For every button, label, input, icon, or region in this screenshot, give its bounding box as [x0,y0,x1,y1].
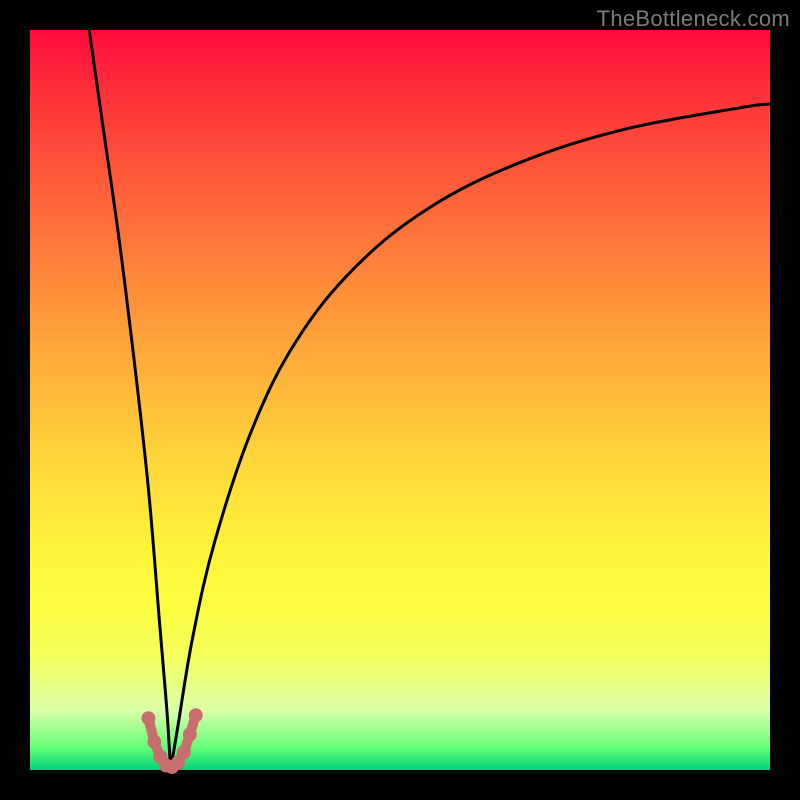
trough-marker-dot [189,708,203,722]
trough-marker-dot [183,727,197,741]
curve-right-branch [171,104,770,770]
chart-frame: TheBottleneck.com [0,0,800,800]
trough-marker-dot [177,745,191,759]
trough-marker-dot [141,711,155,725]
curve-left-branch [89,30,170,770]
trough-marker-dots [141,708,202,774]
trough-marker-dot [147,735,161,749]
curve-layer [30,30,770,770]
watermark-text: TheBottleneck.com [597,6,790,32]
plot-area [30,30,770,770]
